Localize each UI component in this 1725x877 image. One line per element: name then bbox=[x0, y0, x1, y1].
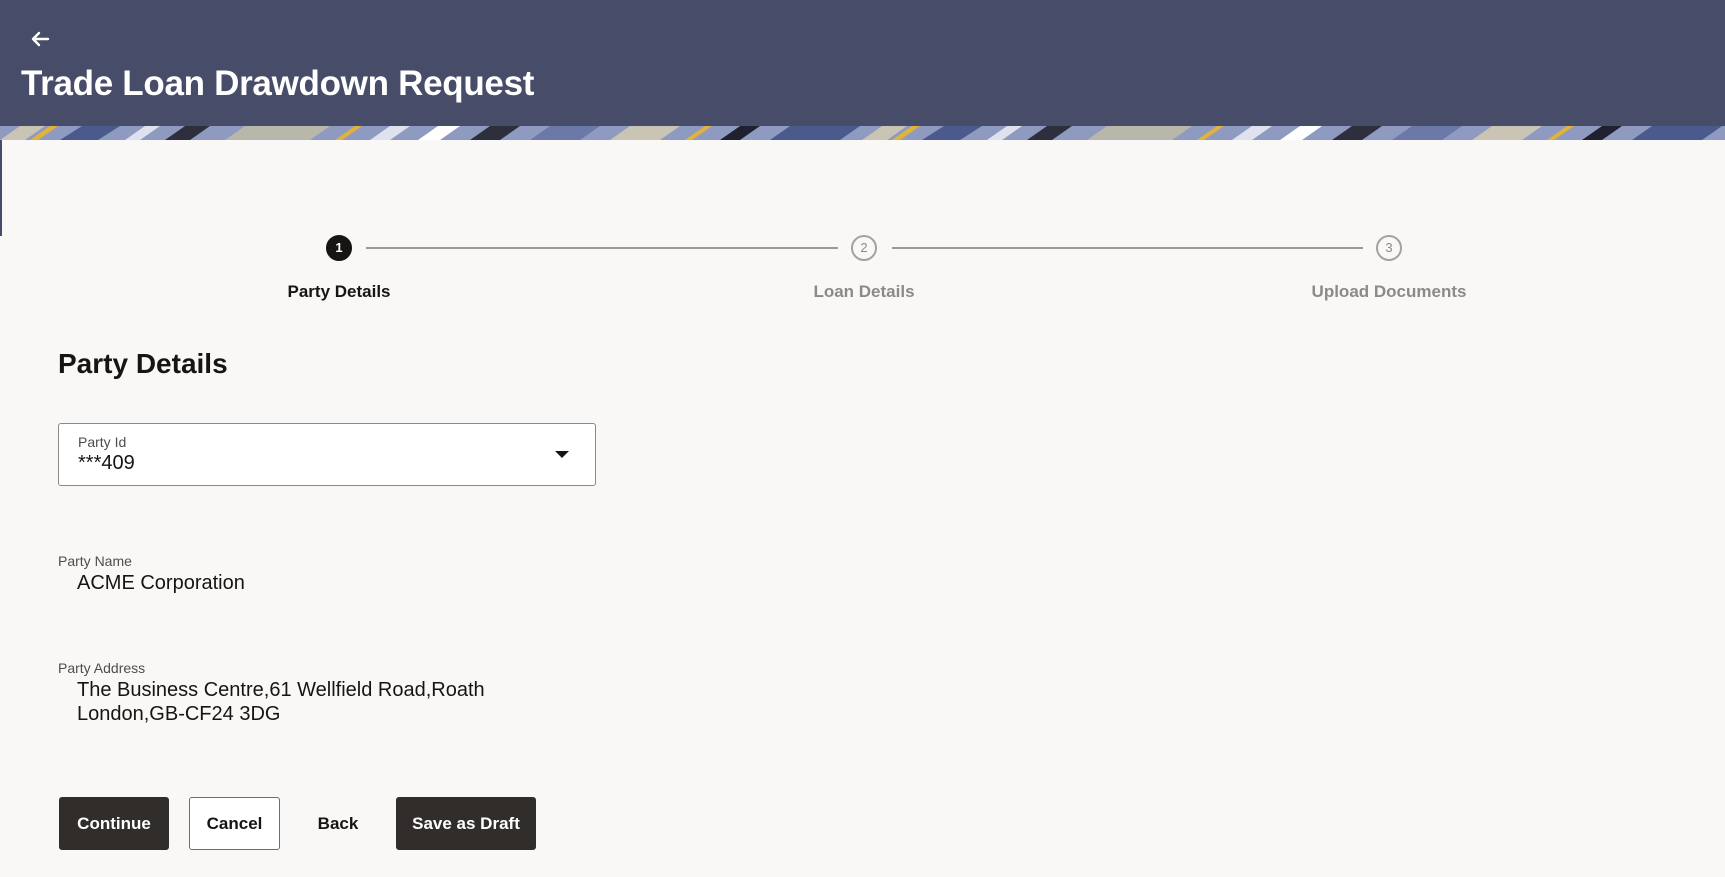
save-as-draft-button[interactable]: Save as Draft bbox=[396, 797, 536, 850]
party-id-label: Party Id bbox=[78, 434, 127, 450]
page-header: Trade Loan Drawdown Request bbox=[0, 0, 1725, 126]
chevron-down-icon[interactable] bbox=[555, 451, 569, 458]
party-address-line-2: London,GB-CF24 3DG bbox=[77, 703, 281, 725]
step-connector-2 bbox=[892, 247, 1363, 249]
arrow-left-icon[interactable] bbox=[26, 24, 56, 54]
step-3-indicator: 3 bbox=[1376, 235, 1402, 261]
party-name-label: Party Name bbox=[58, 553, 132, 569]
left-accent-rule bbox=[0, 140, 2, 236]
party-address-label: Party Address bbox=[58, 660, 146, 676]
cancel-button[interactable]: Cancel bbox=[189, 797, 280, 850]
continue-button[interactable]: Continue bbox=[59, 797, 169, 850]
step-1-indicator: 1 bbox=[326, 235, 352, 261]
page-title: Trade Loan Drawdown Request bbox=[21, 64, 535, 103]
step-3-label: Upload Documents bbox=[1311, 282, 1467, 301]
step-1-label: Party Details bbox=[287, 282, 391, 301]
step-connector-1 bbox=[366, 247, 838, 249]
party-name-value: ACME Corporation bbox=[77, 572, 245, 594]
party-address-line-1: The Business Centre,61 Wellfield Road,Ro… bbox=[77, 679, 485, 701]
back-button[interactable]: Back bbox=[300, 797, 376, 850]
party-id-select[interactable]: Party Id ***409 bbox=[58, 423, 596, 486]
section-title: Party Details bbox=[58, 348, 228, 379]
party-id-value: ***409 bbox=[78, 452, 135, 474]
step-2-indicator: 2 bbox=[851, 235, 877, 261]
decorative-banner bbox=[0, 126, 1725, 140]
step-2-label: Loan Details bbox=[813, 282, 915, 301]
